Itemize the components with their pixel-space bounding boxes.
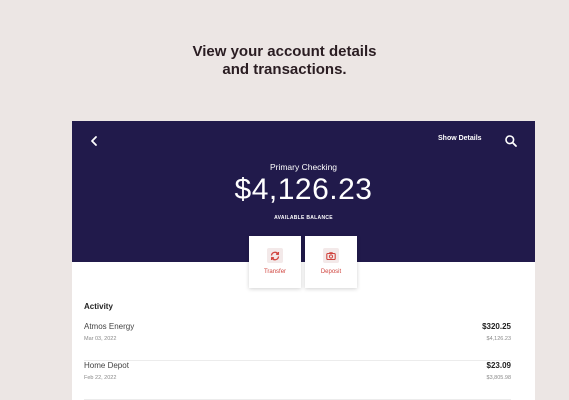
transaction-running-balance: $3,805.98 (486, 375, 511, 381)
transfer-label: Transfer (263, 269, 287, 275)
promo-headline: View your account details and transactio… (0, 43, 569, 79)
transaction-name: Atmos Energy (84, 322, 135, 331)
transaction-running-balance: $4,126.23 (486, 336, 511, 342)
transaction-date: Mar 03, 2022 (84, 336, 117, 342)
transaction-amount: $320.25 (482, 322, 511, 331)
transfer-icon (270, 251, 280, 260)
transaction-date: Feb 22, 2022 (84, 375, 117, 381)
deposit-icon-badge (323, 248, 339, 263)
transaction-amount: $23.09 (486, 361, 511, 370)
transfer-button[interactable]: Transfer (249, 236, 301, 288)
account-name: Primary Checking (269, 162, 338, 172)
available-balance-amount: $4,126.23 (234, 173, 373, 206)
transaction-row[interactable]: Home Depot Feb 22, 2022 $23.09 $3,805.98 (84, 361, 511, 400)
deposit-button[interactable]: Deposit (305, 236, 357, 288)
activity-section: Activity Atmos Energy Mar 03, 2022 $320.… (84, 302, 511, 400)
camera-icon (326, 251, 336, 260)
show-details-button[interactable]: Show Details (438, 135, 492, 142)
transaction-name: Home Depot (84, 361, 129, 370)
transfer-icon-badge (267, 248, 283, 263)
available-balance-label: AVAILABLE BALANCE (274, 215, 333, 221)
headline-line-1: View your account details (192, 43, 377, 60)
account-header: Show Details Primary Checking $4,126.23 … (72, 121, 535, 262)
headline-line-2: and transactions. (222, 61, 347, 78)
chevron-left-icon (91, 136, 97, 146)
transaction-row[interactable]: Atmos Energy Mar 03, 2022 $320.25 $4,126… (84, 322, 511, 361)
deposit-label: Deposit (320, 269, 342, 275)
activity-title: Activity (84, 302, 113, 311)
search-icon (505, 135, 517, 147)
app-screen: Show Details Primary Checking $4,126.23 … (72, 121, 535, 400)
search-button[interactable] (504, 134, 518, 148)
back-button[interactable] (86, 133, 102, 149)
